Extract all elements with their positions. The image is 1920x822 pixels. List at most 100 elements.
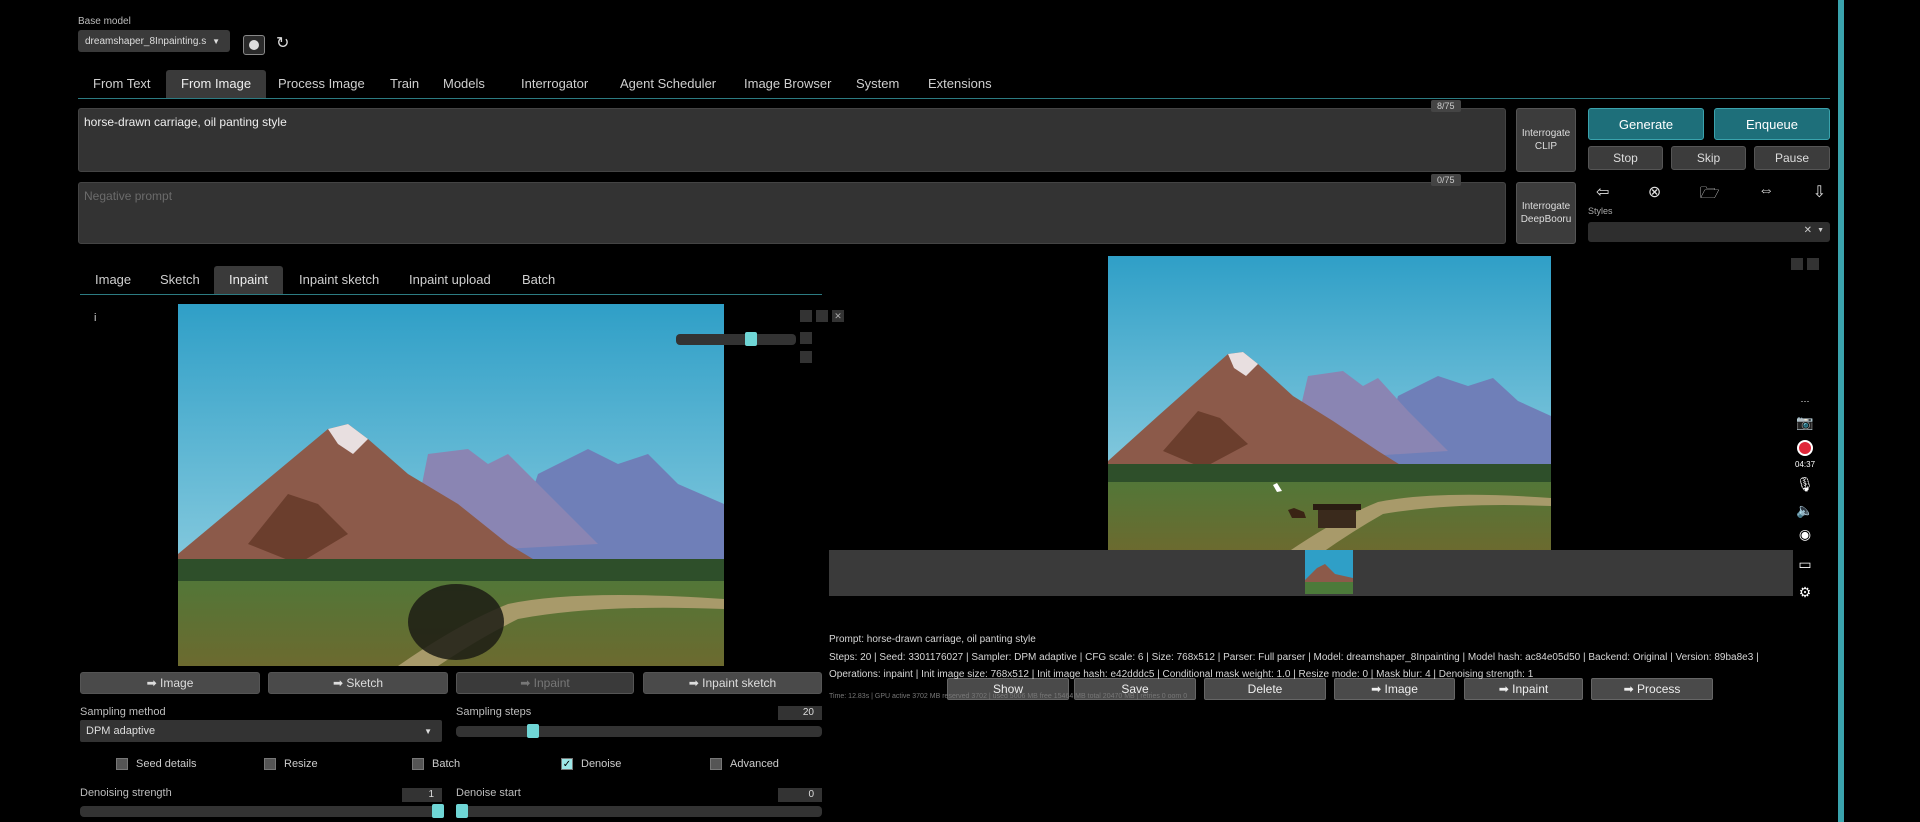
settings-icon[interactable]: ⚙: [1795, 584, 1815, 601]
denoising-strength-slider[interactable]: [80, 804, 444, 818]
prompt-input[interactable]: horse-drawn carriage, oil panting style: [78, 108, 1506, 172]
denoising-strength-label: Denoising strength: [80, 787, 172, 799]
send-output-to-process-button[interactable]: ➡ Process: [1591, 678, 1713, 700]
gallery-thumbnail[interactable]: [1305, 550, 1353, 594]
sampling-steps-value[interactable]: 20: [778, 706, 822, 720]
sampling-steps-slider[interactable]: [456, 724, 822, 738]
slider-thumb[interactable]: [432, 804, 444, 818]
tab-from-text[interactable]: From Text: [78, 70, 166, 98]
interrogate-deepbooru-label-2: DeepBooru: [1520, 214, 1572, 225]
camera-icon[interactable]: 📷: [1795, 414, 1815, 431]
send-output-to-image-button[interactable]: ➡ Image: [1334, 678, 1455, 700]
skip-button[interactable]: Skip: [1671, 146, 1746, 170]
checkbox-box[interactable]: [264, 758, 276, 770]
checkbox-label: Seed details: [136, 758, 197, 770]
info-time: Time: 12.83s | GPU active 3702 MB reserv…: [829, 693, 1188, 700]
styles-select[interactable]: ✕ ▼: [1588, 222, 1830, 242]
prompt-token-counter: 8/75: [1431, 100, 1461, 112]
slider-thumb[interactable]: [527, 724, 539, 738]
tab-image-browser[interactable]: Image Browser: [729, 70, 846, 98]
microphone-icon[interactable]: 🎙: [1795, 476, 1815, 493]
delete-button[interactable]: Delete: [1204, 678, 1326, 700]
tab-inpaint[interactable]: Inpaint: [214, 266, 284, 294]
chevron-down-icon[interactable]: ▼: [1817, 227, 1824, 234]
chevron-down-icon: ▼: [212, 36, 220, 46]
model-select-value: dreamshaper_8Inpainting.s: [85, 35, 207, 47]
reload-icon[interactable]: ↻: [276, 33, 289, 53]
refresh-icon: [249, 40, 259, 50]
color-icon[interactable]: [800, 351, 812, 363]
styles-label: Styles: [1588, 206, 1613, 216]
tab-image[interactable]: Image: [80, 266, 146, 294]
scrollbar[interactable]: [1838, 0, 1844, 822]
seed-details-checkbox[interactable]: Seed details: [116, 758, 197, 770]
sampling-method-select[interactable]: DPM adaptive ▼: [80, 720, 442, 742]
stop-button[interactable]: Stop: [1588, 146, 1663, 170]
denoise-checkbox[interactable]: ✓ Denoise: [561, 758, 621, 770]
recorder-collapse-icon[interactable]: ⋯: [1795, 396, 1815, 407]
tab-system[interactable]: System: [841, 70, 914, 98]
webcam-icon[interactable]: ◉: [1795, 526, 1815, 543]
generate-button[interactable]: Generate: [1588, 108, 1704, 140]
send-output-to-inpaint-button[interactable]: ➡ Inpaint: [1464, 678, 1583, 700]
close-icon[interactable]: ✕: [832, 310, 844, 322]
gallery-controls: [1791, 258, 1819, 270]
refresh-model-button[interactable]: [243, 35, 265, 55]
send-to-sketch-button[interactable]: ➡ Sketch: [268, 672, 448, 694]
brush-size-slider[interactable]: [676, 332, 796, 346]
denoise-start-value[interactable]: 0: [778, 788, 822, 802]
checkbox-box[interactable]: [412, 758, 424, 770]
tab-train[interactable]: Train: [375, 70, 434, 98]
tab-models[interactable]: Models: [428, 70, 500, 98]
tab-process-image[interactable]: Process Image: [263, 70, 380, 98]
checkbox-box[interactable]: [710, 758, 722, 770]
denoising-strength-value[interactable]: 1: [402, 788, 442, 802]
folder-open-icon[interactable]: 🗁: [1700, 182, 1720, 204]
interrogate-deepbooru-button[interactable]: Interrogate DeepBooru: [1516, 182, 1576, 244]
arrow-left-icon[interactable]: ⇦: [1596, 182, 1609, 204]
tab-extensions[interactable]: Extensions: [913, 70, 1007, 98]
info-operations: Operations: inpaint | Init image size: 7…: [829, 669, 1534, 680]
resize-checkbox[interactable]: Resize: [264, 758, 318, 770]
minimize-icon[interactable]: [1791, 258, 1803, 270]
check-icon[interactable]: ✓: [561, 758, 573, 770]
output-image[interactable]: [1108, 256, 1551, 552]
send-to-inpaint-sketch-button[interactable]: ➡ Inpaint sketch: [643, 672, 822, 694]
speaker-icon[interactable]: 🔈: [1795, 502, 1815, 519]
tab-inpaint-upload[interactable]: Inpaint upload: [394, 266, 506, 294]
denoise-start-slider[interactable]: [456, 804, 822, 818]
gallery-strip: [829, 550, 1793, 596]
enqueue-button[interactable]: Enqueue: [1714, 108, 1830, 140]
reset-icon[interactable]: [816, 310, 828, 322]
tab-batch[interactable]: Batch: [507, 266, 570, 294]
swap-arrows-icon[interactable]: ⇔: [1758, 182, 1774, 204]
checkbox-box[interactable]: [116, 758, 128, 770]
advanced-checkbox[interactable]: Advanced: [710, 758, 779, 770]
record-icon[interactable]: [1795, 440, 1815, 459]
interrogate-clip-button[interactable]: Interrogate CLIP: [1516, 108, 1576, 172]
canvas-tools: ✕: [800, 310, 844, 322]
info-marker: i: [94, 312, 97, 324]
fullscreen-icon[interactable]: [1807, 258, 1819, 270]
sampling-method-value: DPM adaptive: [86, 725, 156, 737]
circle-x-icon[interactable]: ⊗: [1648, 182, 1661, 204]
tab-sketch[interactable]: Sketch: [145, 266, 215, 294]
tab-interrogator[interactable]: Interrogator: [506, 70, 603, 98]
negative-prompt-input[interactable]: Negative prompt: [78, 182, 1506, 244]
send-to-inpaint-button[interactable]: ➡ Inpaint: [456, 672, 634, 694]
inpaint-source-image[interactable]: [178, 304, 724, 666]
tab-agent-scheduler[interactable]: Agent Scheduler: [605, 70, 731, 98]
undo-icon[interactable]: [800, 310, 812, 322]
tab-from-image[interactable]: From Image: [166, 70, 267, 98]
batch-checkbox[interactable]: Batch: [412, 758, 460, 770]
pause-button[interactable]: Pause: [1754, 146, 1830, 170]
model-select[interactable]: dreamshaper_8Inpainting.s ▼: [78, 30, 230, 52]
brush-icon[interactable]: [800, 332, 812, 344]
download-icon[interactable]: ⇩: [1813, 182, 1826, 204]
window-icon[interactable]: ▭: [1795, 556, 1815, 573]
checkbox-label: Denoise: [581, 758, 622, 770]
slider-thumb[interactable]: [456, 804, 468, 818]
send-to-image-button[interactable]: ➡ Image: [80, 672, 260, 694]
tab-inpaint-sketch[interactable]: Inpaint sketch: [284, 266, 394, 294]
clear-icon[interactable]: ✕: [1804, 225, 1812, 236]
